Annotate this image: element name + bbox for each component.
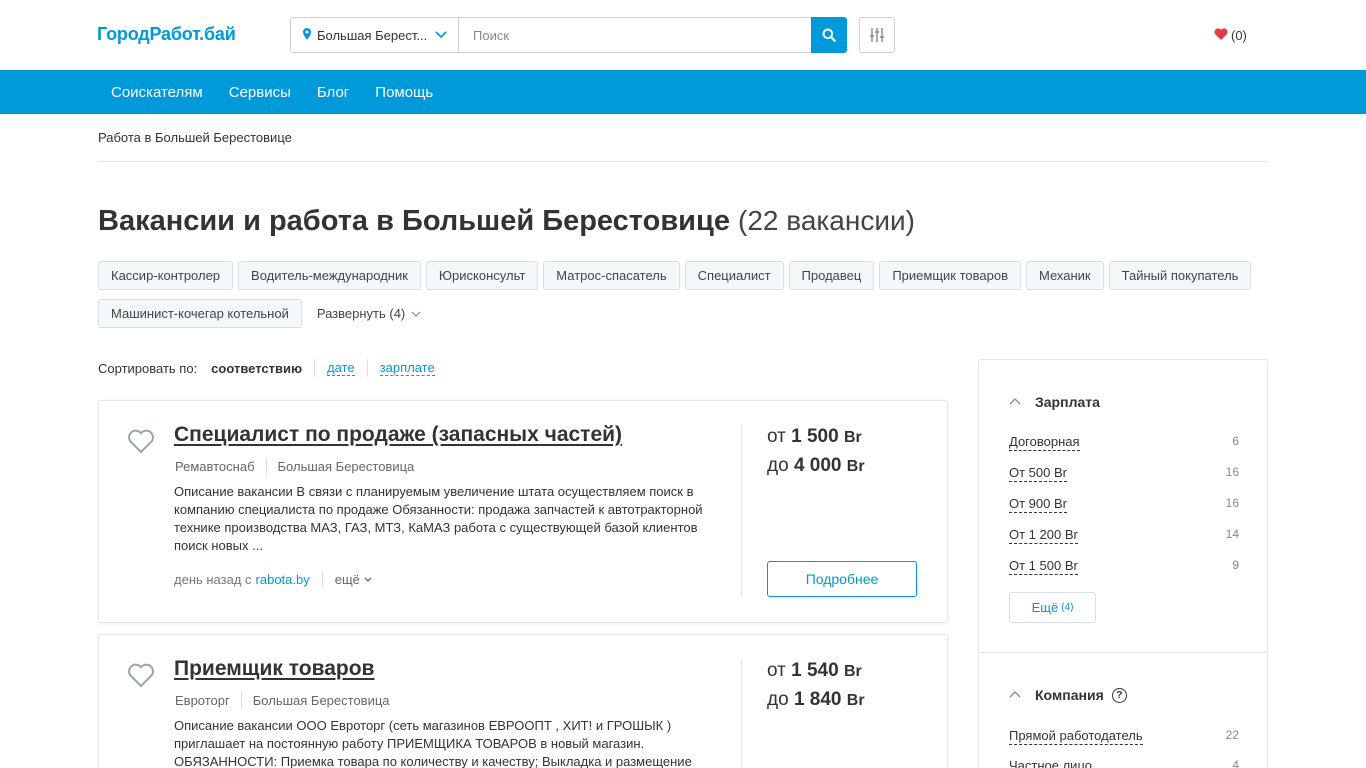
tag-item[interactable]: Водитель-международник <box>238 261 421 290</box>
search-input[interactable] <box>458 17 811 53</box>
tag-item[interactable]: Матрос-спасатель <box>543 261 680 290</box>
column-divider <box>741 659 742 768</box>
nav-item-help[interactable]: Помощь <box>375 84 433 101</box>
vacancy-more-button[interactable]: ещё <box>335 572 373 587</box>
sort-divider <box>314 359 316 377</box>
vacancy-city: Большая Берестовица <box>252 692 390 708</box>
location-pin-icon <box>303 27 311 43</box>
search-icon <box>822 28 836 42</box>
filter-option[interactable]: Частное лицо 4 <box>1009 758 1239 768</box>
nav-item-jobseekers[interactable]: Соискателям <box>111 84 203 101</box>
site-logo[interactable]: ГородРабот.бай <box>97 24 236 45</box>
vacancy-card: Специалист по продаже (запасных частей) … <box>98 400 948 623</box>
company-filter-title: Компания <box>1035 687 1104 703</box>
sort-divider <box>366 359 368 377</box>
location-value: Большая Берест... <box>317 27 428 43</box>
vacancy-meta: Евроторг Большая Берестовица <box>175 692 390 708</box>
vacancy-footer: день назад с rabota.by ещё <box>174 571 373 587</box>
vacancy-salary: от 1 540 Br до 1 840 Br <box>767 657 865 715</box>
salary-from: от 1 540 Br <box>767 660 862 681</box>
meta-divider <box>265 458 267 474</box>
search-button[interactable] <box>811 17 847 53</box>
location-select[interactable]: Большая Берест... <box>290 17 458 53</box>
vacancy-source-link[interactable]: rabota.by <box>256 572 310 587</box>
sort-bar: Сортировать по: соответствию дате зарпла… <box>98 358 435 378</box>
filter-option[interactable]: Прямой работодатель 22 <box>1009 728 1239 745</box>
chevron-down-icon <box>364 577 372 582</box>
column-divider <box>741 425 742 597</box>
sort-option-salary[interactable]: зарплате <box>379 360 435 376</box>
company-filter-header[interactable]: Компания ? <box>1009 687 1127 703</box>
salary-more-count: (4) <box>1061 602 1074 613</box>
filter-option[interactable]: От 1 200 Br 14 <box>1009 527 1239 544</box>
chevron-down-icon <box>435 31 447 39</box>
vacancy-salary: от 1 500 Br до 4 000 Br <box>767 423 865 481</box>
vacancy-description: Описание вакансии ООО Евроторг (сеть маг… <box>174 718 692 768</box>
tag-item[interactable]: Машинист-кочегар котельной <box>98 299 302 328</box>
tag-item[interactable]: Кассир-контролер <box>98 261 234 290</box>
filter-option[interactable]: От 900 Br 16 <box>1009 496 1239 513</box>
sort-label: Сортировать по: <box>98 360 198 376</box>
heart-outline-icon[interactable] <box>127 662 155 688</box>
filter-option[interactable]: От 500 Br 16 <box>1009 465 1239 482</box>
chevron-up-icon <box>1009 691 1021 698</box>
vacancy-more-label: ещё <box>334 571 360 587</box>
nav-item-blog[interactable]: Блог <box>317 84 349 101</box>
meta-divider <box>240 692 242 708</box>
top-header: ГородРабот.бай Большая Берест... (0) <box>0 0 1366 70</box>
vacancy-card: Приемщик товаров Евроторг Большая Берест… <box>98 634 948 768</box>
header-divider <box>98 161 1268 162</box>
chevron-down-icon <box>411 311 421 317</box>
sort-option-date[interactable]: дате <box>327 360 355 376</box>
chevron-up-icon <box>1009 398 1021 405</box>
sidebar-divider <box>979 652 1267 653</box>
salary-more-button[interactable]: Ещё (4) <box>1009 592 1096 623</box>
related-tags: Кассир-контролер Водитель-международник … <box>98 261 1278 337</box>
vacancy-title[interactable]: Специалист по продаже (запасных частей) <box>174 423 622 447</box>
tag-item[interactable]: Тайный покупатель <box>1108 261 1252 290</box>
expand-tags-label: Развернуть (4) <box>316 306 406 321</box>
sliders-icon <box>870 28 884 42</box>
salary-to: до 1 840 Br <box>767 689 865 710</box>
main-nav: Соискателям Сервисы Блог Помощь <box>0 70 1366 114</box>
heart-icon <box>1214 27 1228 44</box>
vacancy-count: (22 вакансии) <box>738 205 915 236</box>
page-title: Вакансии и работа в Большей Берестовице … <box>98 205 915 238</box>
salary-from: от 1 500 Br <box>767 426 862 447</box>
tag-item[interactable]: Юрисконсульт <box>425 261 539 290</box>
salary-filter-header[interactable]: Зарплата <box>1009 394 1100 410</box>
favorites-count: (0) <box>1231 28 1247 43</box>
search-bar: Большая Берест... <box>290 17 847 53</box>
vacancy-company: Евроторг <box>175 692 230 708</box>
filters-sidebar: Зарплата Договорная 6 От 500 Br 16 От 900 … <box>978 359 1268 768</box>
vacancy-title[interactable]: Приемщик товаров <box>174 657 374 681</box>
sort-option-relevance[interactable]: соответствию <box>211 361 314 376</box>
nav-item-services[interactable]: Сервисы <box>229 84 291 101</box>
favorites-link[interactable]: (0) <box>1214 27 1247 44</box>
salary-to: до 4 000 Br <box>767 455 865 476</box>
vacancy-company: Ремавтоснаб <box>175 458 255 474</box>
footer-divider <box>321 571 323 587</box>
filter-option[interactable]: Договорная 6 <box>1009 434 1239 451</box>
tag-item[interactable]: Продавец <box>788 261 875 290</box>
heart-outline-icon[interactable] <box>127 428 155 454</box>
vacancy-city: Большая Берестовица <box>277 458 415 474</box>
tag-item[interactable]: Механик <box>1025 261 1104 290</box>
salary-filter-title: Зарплата <box>1035 394 1100 410</box>
tag-item[interactable]: Приемщик товаров <box>879 261 1021 290</box>
salary-more-label: Ещё <box>1031 600 1059 615</box>
tag-item[interactable]: Специалист <box>684 261 784 290</box>
vacancy-meta: Ремавтоснаб Большая Берестовица <box>175 458 414 474</box>
breadcrumb[interactable]: Работа в Большей Берестовице <box>98 130 292 145</box>
details-button[interactable]: Подробнее <box>767 561 917 597</box>
help-icon[interactable]: ? <box>1111 687 1127 703</box>
page-title-text: Вакансии и работа в Большей Берестовице <box>98 205 730 237</box>
expand-tags-button[interactable]: Развернуть (4) <box>307 299 421 328</box>
vacancy-posted: день назад с <box>174 571 252 587</box>
filters-button[interactable] <box>859 17 895 53</box>
vacancy-description: Описание вакансии В связи с планируемым … <box>174 484 703 553</box>
filter-option[interactable]: От 1 500 Br 9 <box>1009 558 1239 575</box>
